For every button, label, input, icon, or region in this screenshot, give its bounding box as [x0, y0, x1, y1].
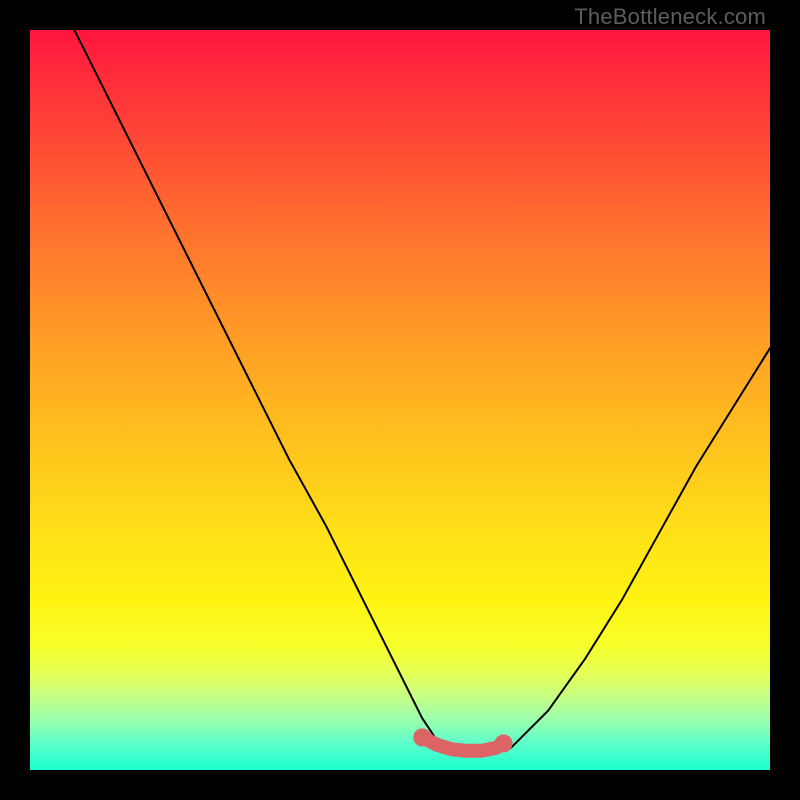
optimal-range-marker	[422, 737, 503, 750]
chart-svg	[30, 30, 770, 770]
optimal-range-end-dot	[495, 734, 513, 752]
attribution-text: TheBottleneck.com	[574, 4, 766, 30]
bottleneck-curve-line	[74, 30, 770, 755]
optimal-range-end-dot	[413, 728, 431, 746]
chart-plot-area	[30, 30, 770, 770]
